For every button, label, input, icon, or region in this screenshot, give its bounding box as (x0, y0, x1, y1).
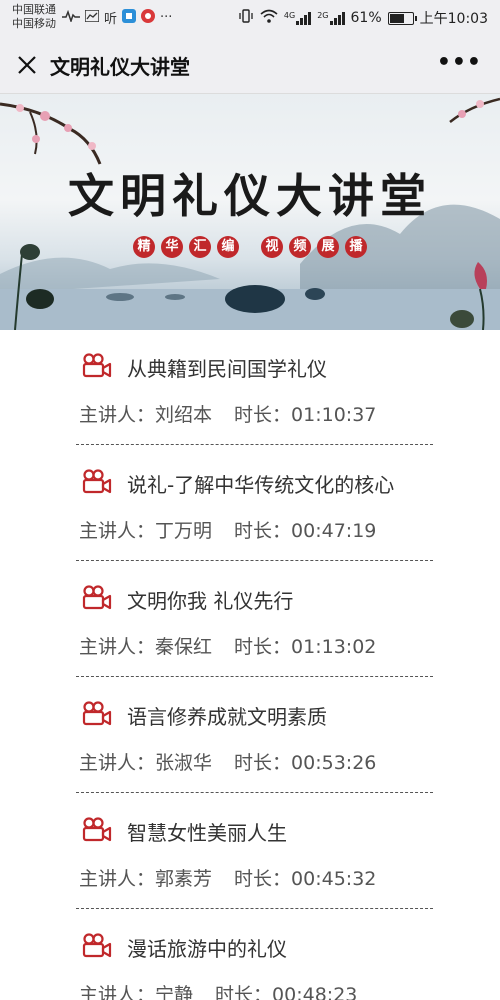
page-title: 文明礼仪大讲堂 (50, 55, 190, 79)
speaker-label: 主讲人： (79, 752, 156, 774)
video-meta: 主讲人：丁万明 时长：00:47:19 (79, 516, 376, 543)
video-title: 说礼-了解中华传统文化的核心 (127, 473, 395, 497)
duration-label: 时长： (234, 520, 292, 542)
video-title: 从典籍到民间国学礼仪 (127, 357, 327, 381)
video-camera-icon (82, 701, 112, 727)
signal-2-icon: 2G (317, 11, 345, 25)
banner-tag: 华 (161, 236, 183, 258)
video-title: 智慧女性美丽人生 (127, 821, 287, 845)
vibrate-icon (238, 9, 254, 27)
banner-tag: 播 (345, 236, 367, 258)
more-options-button[interactable]: ••• (437, 50, 482, 75)
video-camera-icon (82, 585, 112, 611)
signal-2-tag: 2G (317, 11, 329, 20)
list-item[interactable]: 智慧女性美丽人生 主讲人：郭素芳 时长：00:45:32 (0, 794, 500, 910)
dashed-divider (76, 560, 433, 561)
speaker-name: 宁静 (155, 984, 194, 1000)
status-left-icons: 听 ··· (62, 8, 172, 27)
video-meta: 主讲人：刘绍本 时长：01:10:37 (79, 400, 376, 427)
video-camera-icon (82, 817, 112, 843)
video-title: 语言修养成就文明素质 (127, 705, 327, 729)
speaker-name: 秦保红 (155, 636, 213, 658)
banner-tag: 汇 (189, 236, 211, 258)
duration-label: 时长： (215, 984, 273, 1000)
speaker-label: 主讲人： (79, 984, 156, 1000)
video-list: 从典籍到民间国学礼仪 主讲人：刘绍本 时长：01:10:37 说礼-了解中华传统文… (0, 330, 500, 1000)
video-camera-icon (82, 353, 112, 379)
list-item[interactable]: 漫话旅游中的礼仪 主讲人：宁静 时长：00:48:23 (0, 910, 500, 1000)
video-meta: 主讲人：张淑华 时长：00:53:26 (79, 748, 376, 775)
list-item[interactable]: 说礼-了解中华传统文化的核心 主讲人：丁万明 时长：00:47:19 (0, 446, 500, 562)
banner-tag: 编 (217, 236, 239, 258)
speaker-label: 主讲人： (79, 636, 156, 658)
list-item[interactable]: 语言修养成就文明素质 主讲人：张淑华 时长：00:53:26 (0, 678, 500, 794)
duration-label: 时长： (234, 868, 292, 890)
video-title: 文明你我 礼仪先行 (127, 589, 294, 613)
duration-value: 00:47:19 (291, 520, 377, 542)
status-right: 4G 2G 61% 上午10:03 (238, 8, 488, 28)
clock-time: 上午10:03 (419, 11, 488, 27)
dashed-divider (76, 908, 433, 909)
duration-label: 时长： (234, 404, 292, 426)
banner-tags: 精 华 汇 编 视 频 展 播 (0, 236, 500, 258)
heartbeat-icon (62, 9, 80, 26)
duration-value: 01:13:02 (291, 636, 377, 658)
carrier-2: 中国移动 (12, 17, 56, 30)
red-app-icon (141, 8, 156, 27)
banner-tag: 视 (261, 236, 283, 258)
duration-value: 00:53:26 (291, 752, 377, 774)
duration-value: 00:45:32 (291, 868, 377, 890)
dashed-divider (76, 676, 433, 677)
video-meta: 主讲人：秦保红 时长：01:13:02 (79, 632, 376, 659)
speaker-label: 主讲人： (79, 868, 156, 890)
video-title: 漫话旅游中的礼仪 (127, 937, 287, 961)
list-item[interactable]: 从典籍到民间国学礼仪 主讲人：刘绍本 时长：01:10:37 (0, 330, 500, 446)
banner-tag: 精 (133, 236, 155, 258)
shield-app-icon (122, 8, 137, 27)
dashed-divider (76, 444, 433, 445)
video-camera-icon (82, 469, 112, 495)
carrier-names: 中国联通 中国移动 (12, 3, 56, 31)
signal-1-tag: 4G (283, 11, 296, 20)
close-icon[interactable] (14, 52, 40, 78)
wifi-icon (260, 9, 278, 27)
duration-label: 时长： (234, 636, 292, 658)
battery-percent: 61% (350, 10, 382, 26)
video-meta: 主讲人：宁静 时长：00:48:23 (79, 980, 357, 1000)
list-item[interactable]: 文明你我 礼仪先行 主讲人：秦保红 时长：01:13:02 (0, 562, 500, 678)
video-meta: 主讲人：郭素芳 时长：00:45:32 (79, 864, 376, 891)
duration-value: 00:48:23 (272, 984, 358, 1000)
duration-label: 时长： (234, 752, 292, 774)
more-notifications-icon: ··· (160, 10, 173, 25)
chart-icon (84, 8, 100, 26)
battery-icon (387, 11, 417, 25)
speaker-name: 丁万明 (155, 520, 213, 542)
banner-title: 文明礼仪大讲堂 (68, 169, 432, 223)
listen-app-icon: 听 (104, 12, 118, 27)
speaker-label: 主讲人： (79, 404, 156, 426)
video-camera-icon (82, 933, 112, 959)
carrier-1: 中国联通 (12, 3, 56, 16)
speaker-label: 主讲人： (79, 520, 156, 542)
status-bar: 中国联通 中国移动 听 ··· 4G 2G 61% 上午10:03 (0, 0, 500, 36)
dashed-divider (76, 792, 433, 793)
duration-value: 01:10:37 (291, 404, 377, 426)
signal-1-icon: 4G (283, 11, 312, 25)
banner-tag: 展 (317, 236, 339, 258)
banner: 文明礼仪大讲堂 精 华 汇 编 视 频 展 播 (0, 94, 500, 330)
speaker-name: 郭素芳 (155, 868, 213, 890)
nav-bar: 文明礼仪大讲堂 ••• (0, 36, 500, 94)
banner-tag: 频 (289, 236, 311, 258)
speaker-name: 张淑华 (155, 752, 213, 774)
speaker-name: 刘绍本 (155, 404, 213, 426)
